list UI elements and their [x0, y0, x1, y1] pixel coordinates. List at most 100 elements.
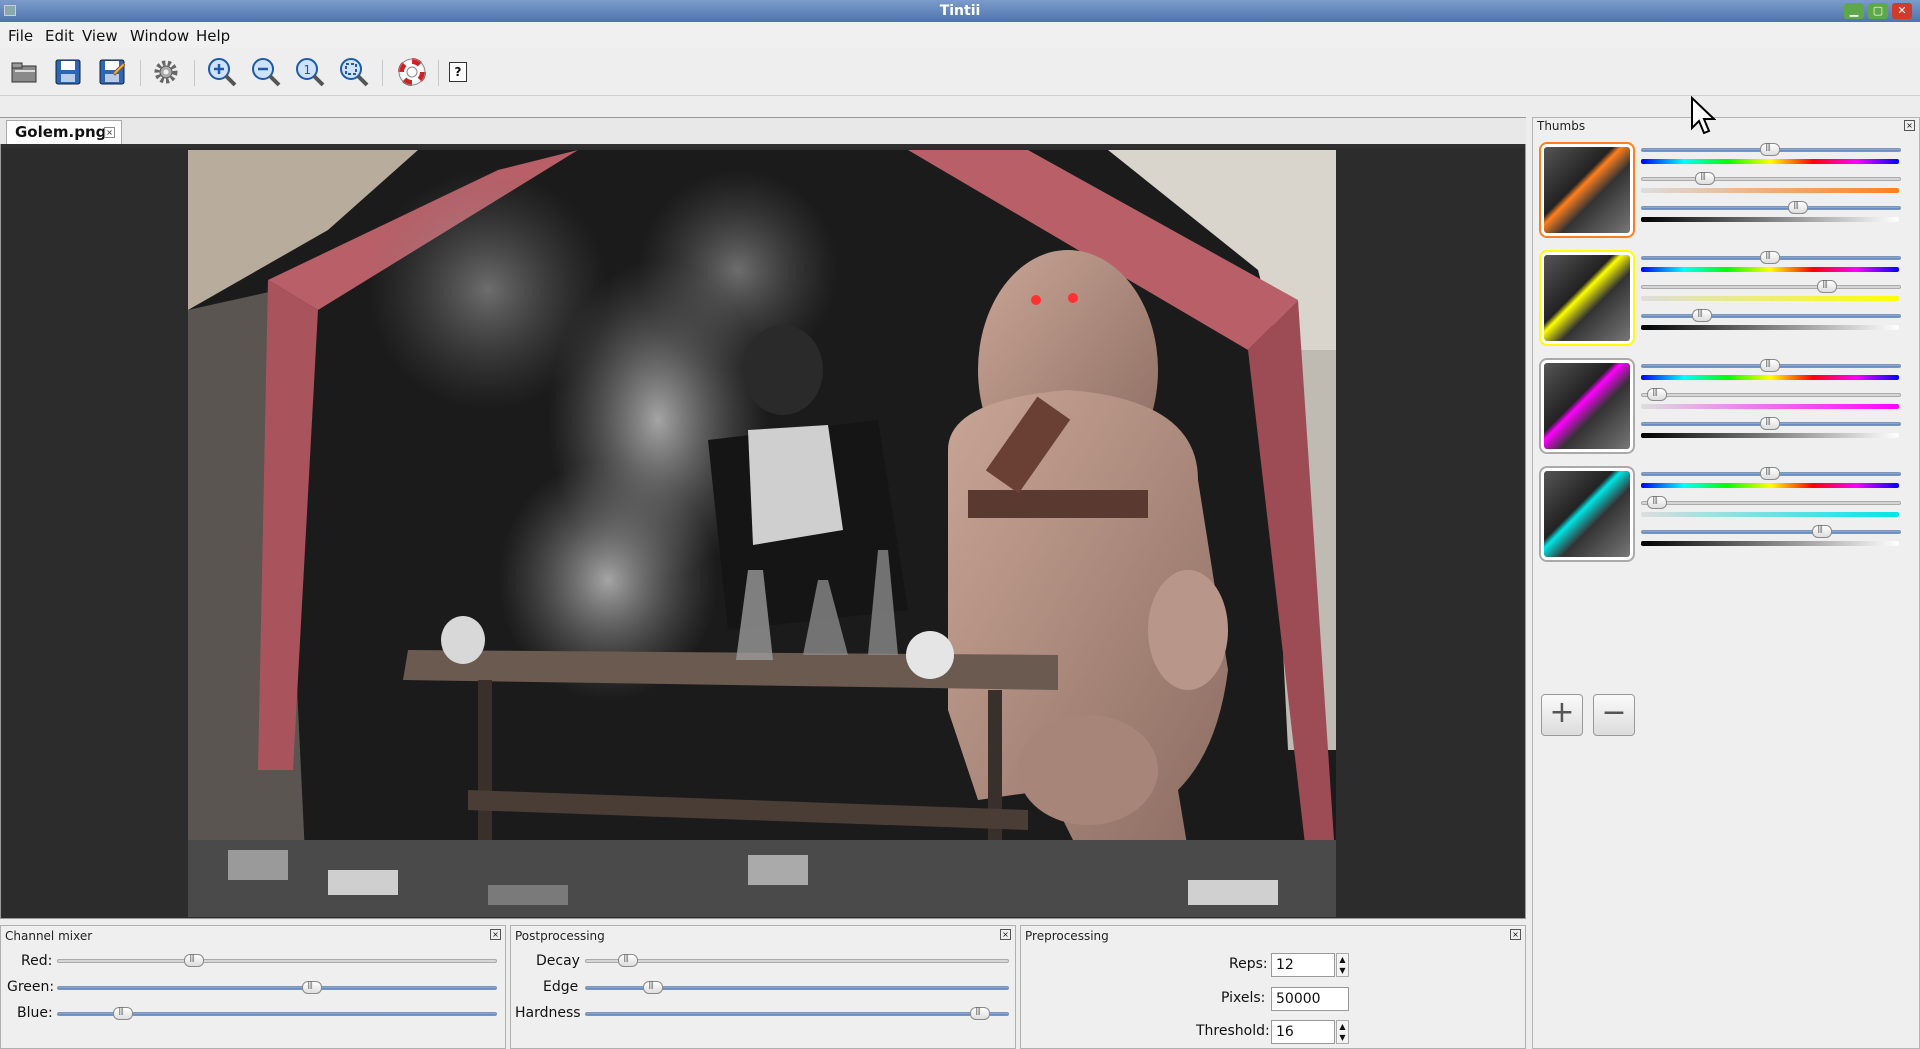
menu-view[interactable]: View — [82, 27, 118, 45]
saturation-slider[interactable] — [1641, 279, 1901, 293]
hue-slider[interactable] — [1641, 358, 1901, 372]
hue-thumb[interactable] — [1539, 358, 1635, 454]
window-titlebar: Tintii ▁ ▢ ✕ — [0, 0, 1920, 22]
add-hue-button[interactable]: + — [1541, 694, 1583, 736]
remove-hue-button[interactable]: − — [1593, 694, 1635, 736]
gradient-bar — [1641, 433, 1899, 438]
threshold-spin-arrows-icon[interactable]: ▲ ▼ — [1336, 1020, 1349, 1044]
slider-handle[interactable] — [1760, 142, 1780, 156]
gradient-bar — [1641, 375, 1899, 380]
saturation-slider[interactable] — [1641, 387, 1901, 401]
settings-icon[interactable] — [150, 56, 182, 88]
hue-thumb-preview — [1544, 363, 1630, 449]
slider-handle[interactable] — [1647, 387, 1667, 401]
about-icon[interactable]: ? — [442, 56, 474, 88]
window-title: Tintii — [939, 3, 981, 19]
tab-golem[interactable]: Golem.png × — [6, 120, 122, 144]
hue-thumb[interactable] — [1539, 142, 1635, 238]
help-lifebuoy-icon[interactable] — [396, 56, 428, 88]
mouse-cursor-icon — [1690, 95, 1717, 140]
document-tabbar: Golem.png × — [0, 118, 1526, 144]
svg-text:1: 1 — [304, 63, 312, 77]
hardness-slider[interactable] — [585, 1006, 1009, 1020]
saturation-slider[interactable] — [1641, 495, 1901, 509]
decay-label: Decay — [536, 953, 580, 969]
green-slider[interactable] — [57, 980, 497, 994]
hue-thumb[interactable] — [1539, 466, 1635, 562]
slider-handle[interactable] — [1695, 171, 1715, 185]
postprocessing-title: Postprocessing — [515, 929, 605, 943]
toolbar-separator — [194, 60, 195, 86]
decay-slider[interactable] — [585, 953, 1009, 967]
blue-label: Blue: — [17, 1005, 53, 1021]
lightness-slider[interactable] — [1641, 524, 1901, 538]
gradient-bar — [1641, 541, 1899, 546]
hue-thumb[interactable] — [1539, 250, 1635, 346]
hue-slider[interactable] — [1641, 466, 1901, 480]
toolbar-separator — [382, 60, 383, 86]
slider-handle[interactable] — [1647, 495, 1667, 509]
slider-handle[interactable] — [1812, 524, 1832, 538]
reps-spinbox[interactable]: 12 — [1271, 953, 1335, 977]
hardness-label: Hardness — [515, 1005, 581, 1021]
image-preview[interactable] — [188, 150, 1336, 917]
toolbar-separator — [438, 60, 439, 86]
red-slider-handle[interactable] — [184, 953, 204, 967]
window-menu-icon[interactable] — [4, 5, 16, 16]
lightness-slider[interactable] — [1641, 308, 1901, 322]
minimize-button[interactable]: ▁ — [1844, 3, 1864, 19]
channel-mixer-title: Channel mixer — [5, 929, 93, 943]
edge-slider-handle[interactable] — [643, 980, 663, 994]
hue-slider[interactable] — [1641, 142, 1901, 156]
hardness-slider-handle[interactable] — [970, 1006, 990, 1020]
zoom-in-icon[interactable] — [206, 56, 238, 88]
reps-spin-arrows-icon[interactable]: ▲ ▼ — [1336, 953, 1349, 977]
zoom-100-icon[interactable]: 1 — [294, 56, 326, 88]
red-label: Red: — [21, 953, 53, 969]
lightness-slider[interactable] — [1641, 416, 1901, 430]
zoom-fit-icon[interactable] — [338, 56, 370, 88]
slider-handle[interactable] — [1817, 279, 1837, 293]
channel-mixer-close-icon[interactable]: × — [490, 929, 501, 940]
slider-handle[interactable] — [1760, 416, 1780, 430]
maximize-button[interactable]: ▢ — [1868, 3, 1888, 19]
preprocessing-close-icon[interactable]: × — [1510, 929, 1521, 940]
lightness-slider[interactable] — [1641, 200, 1901, 214]
save-as-icon[interactable] — [96, 56, 128, 88]
menu-file[interactable]: File — [8, 27, 33, 45]
channel-mixer-panel: Channel mixer × Red: Green: Blue: — [0, 925, 506, 1049]
gradient-bar — [1641, 188, 1899, 193]
thumbs-close-icon[interactable]: × — [1904, 120, 1915, 131]
blue-slider[interactable] — [57, 1006, 497, 1020]
red-slider[interactable] — [57, 953, 497, 967]
menu-edit[interactable]: Edit — [45, 27, 74, 45]
menubar: File Edit View Window Help — [0, 22, 1920, 48]
slider-handle[interactable] — [1760, 358, 1780, 372]
pixels-label: Pixels: — [1221, 990, 1266, 1006]
preprocessing-panel: Preprocessing × Reps: 12 ▲ ▼ Pixels: 5000… — [1020, 925, 1526, 1049]
save-icon[interactable] — [52, 56, 84, 88]
menu-help[interactable]: Help — [196, 27, 230, 45]
slider-handle[interactable] — [1760, 250, 1780, 264]
postprocessing-close-icon[interactable]: × — [1000, 929, 1011, 940]
zoom-out-icon[interactable] — [250, 56, 282, 88]
threshold-spinbox[interactable]: 16 — [1271, 1020, 1335, 1044]
open-icon[interactable] — [8, 56, 40, 88]
slider-handle[interactable] — [1788, 200, 1808, 214]
hue-slider[interactable] — [1641, 250, 1901, 264]
blue-slider-handle[interactable] — [113, 1006, 133, 1020]
preprocessing-title: Preprocessing — [1025, 929, 1109, 943]
green-slider-handle[interactable] — [302, 980, 322, 994]
postprocessing-panel: Postprocessing × Decay Edge Hardness — [510, 925, 1016, 1049]
hue-thumb-preview — [1544, 255, 1630, 341]
slider-handle[interactable] — [1692, 308, 1712, 322]
close-window-button[interactable]: ✕ — [1892, 3, 1912, 19]
pixels-field[interactable]: 50000 — [1271, 987, 1349, 1011]
saturation-slider[interactable] — [1641, 171, 1901, 185]
decay-slider-handle[interactable] — [618, 953, 638, 967]
tab-close-icon[interactable]: × — [104, 127, 115, 138]
tab-label: Golem.png — [15, 123, 107, 141]
menu-window[interactable]: Window — [130, 27, 189, 45]
edge-slider[interactable] — [585, 980, 1009, 994]
slider-handle[interactable] — [1760, 466, 1780, 480]
